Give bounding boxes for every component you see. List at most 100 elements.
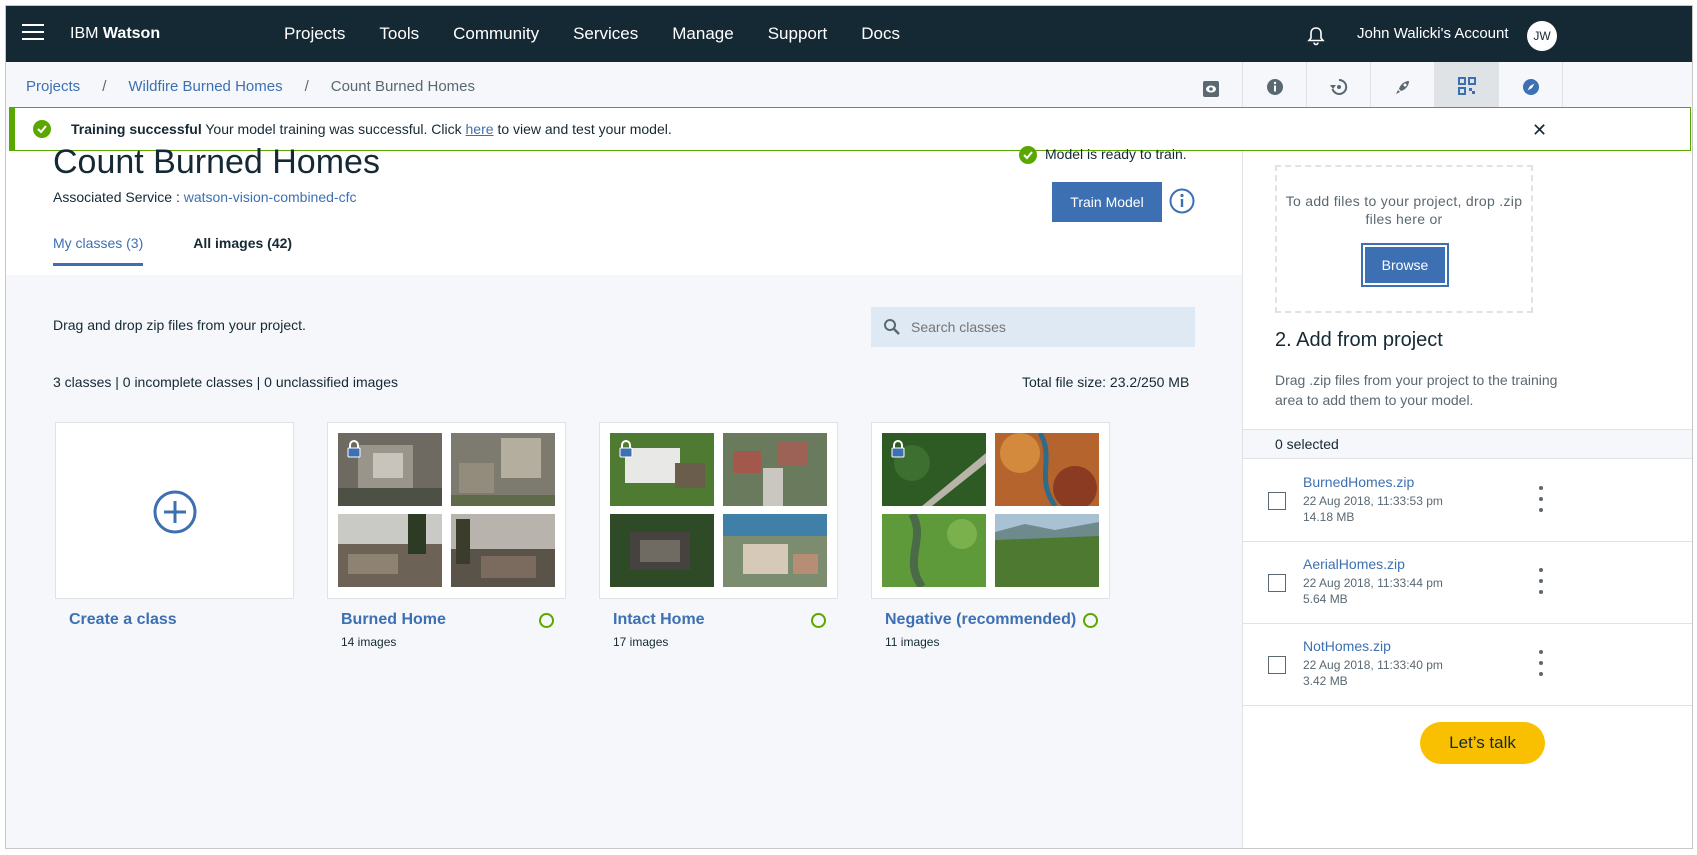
main-content: Count Burned Homes Associated Service : … [6, 143, 1242, 848]
search-icon [884, 319, 900, 335]
browse-button[interactable]: Browse [1361, 243, 1449, 287]
community-panel-button[interactable] [1371, 62, 1435, 112]
breadcrumb-project[interactable]: Wildfire Burned Homes [128, 78, 282, 95]
breadcrumb-current: Count Burned Homes [330, 78, 475, 95]
nav-community[interactable]: Community [436, 6, 556, 62]
file-name[interactable]: AerialHomes.zip [1303, 556, 1405, 572]
image-thumbnail [882, 433, 986, 506]
file-size: 3.42 MB [1303, 674, 1348, 688]
model-header: Count Burned Homes Associated Service : … [6, 143, 1242, 275]
breadcrumb: Projects / Wildfire Burned Homes / Count… [26, 78, 475, 95]
compass-icon [1522, 79, 1539, 95]
image-thumbnail [338, 514, 442, 587]
file-size: 14.18 MB [1303, 510, 1355, 524]
image-thumbnail [995, 514, 1099, 587]
thumbnail-grid [882, 433, 1099, 588]
class-image-count: 17 images [613, 635, 669, 649]
lets-talk-chat-button[interactable]: Let’s talk [1420, 722, 1545, 764]
file-list-item[interactable]: NotHomes.zip 22 Aug 2018, 11:33:40 pm 3.… [1243, 624, 1692, 706]
history-icon [1329, 78, 1347, 95]
breadcrumb-bar: Projects / Wildfire Burned Homes / Count… [6, 62, 1242, 112]
image-thumbnail [451, 433, 555, 506]
file-checkbox[interactable] [1268, 492, 1286, 510]
class-card-intact-home[interactable] [599, 422, 838, 599]
page-title: Count Burned Homes [53, 143, 380, 181]
class-cards: Create a class Burned Home 14 images Int… [55, 422, 1143, 649]
class-card-burned-home[interactable] [327, 422, 566, 599]
status-ring-icon [811, 613, 826, 628]
file-name[interactable]: BurnedHomes.zip [1303, 474, 1414, 490]
nav-menu: Projects Tools Community Services Manage… [267, 6, 917, 62]
file-checkbox[interactable] [1268, 656, 1286, 674]
associated-service-link[interactable]: watson-vision-combined-cfc [184, 189, 357, 205]
status-ring-icon [539, 613, 554, 628]
nav-services[interactable]: Services [556, 6, 655, 62]
top-navigation: IBM Watson Projects Tools Community Serv… [6, 6, 1692, 62]
rocket-icon [1395, 81, 1409, 94]
file-checkbox[interactable] [1268, 574, 1286, 592]
model-status: Model is ready to train. [1019, 146, 1187, 165]
class-image-count: 14 images [341, 635, 397, 649]
class-tabs: My classes (3) All images (42) [53, 235, 342, 266]
data-panel-button[interactable] [1435, 62, 1499, 112]
search-input[interactable] [911, 307, 1191, 347]
history-panel-button[interactable] [1307, 62, 1371, 112]
create-class-label[interactable]: Create a class [55, 611, 294, 629]
nav-tools[interactable]: Tools [362, 6, 436, 62]
class-image-count: 11 images [885, 635, 940, 649]
hamburger-menu-icon[interactable] [22, 24, 44, 42]
brand-logo[interactable]: IBM Watson [70, 25, 160, 43]
overflow-menu-icon[interactable] [1535, 568, 1547, 594]
file-name[interactable]: NotHomes.zip [1303, 638, 1391, 654]
image-thumbnail [610, 514, 714, 587]
total-file-size: Total file size: 23.2/250 MB [1022, 374, 1190, 390]
view-model-link[interactable]: here [466, 121, 494, 137]
lock-icon [347, 440, 361, 458]
associated-service: Associated Service : watson-vision-combi… [53, 189, 357, 205]
preview-icon[interactable] [1202, 80, 1220, 98]
class-title[interactable]: Burned Home [327, 611, 566, 629]
file-list-item[interactable]: AerialHomes.zip 22 Aug 2018, 11:33:44 pm… [1243, 542, 1692, 624]
class-card-create: Create a class [55, 422, 294, 649]
file-size: 5.64 MB [1303, 592, 1348, 606]
image-thumbnail [723, 514, 827, 587]
class-stats: 3 classes | 0 incomplete classes | 0 unc… [53, 374, 398, 390]
nav-manage[interactable]: Manage [655, 6, 750, 62]
checkmark-circle-icon [1019, 146, 1037, 165]
class-card-negative[interactable] [871, 422, 1110, 599]
info-icon [1266, 79, 1283, 95]
info-icon[interactable] [1169, 188, 1195, 214]
drag-drop-hint: Drag and drop zip files from your projec… [53, 317, 306, 333]
info-panel-button[interactable] [1243, 62, 1307, 112]
data-grid-icon [1457, 76, 1476, 95]
class-title[interactable]: Negative (recommended) [871, 611, 1110, 629]
nav-support[interactable]: Support [751, 6, 845, 62]
class-title[interactable]: Intact Home [599, 611, 838, 629]
image-thumbnail [451, 514, 555, 587]
explore-panel-button[interactable] [1499, 62, 1563, 112]
tab-my-classes[interactable]: My classes (3) [53, 235, 144, 266]
file-date: 22 Aug 2018, 11:33:40 pm [1303, 658, 1443, 672]
overflow-menu-icon[interactable] [1535, 486, 1547, 512]
create-class-card[interactable] [55, 422, 294, 599]
file-dropzone[interactable]: To add files to your project, drop .zip … [1275, 165, 1533, 313]
tab-all-images[interactable]: All images (42) [193, 235, 292, 266]
dropzone-text: To add files to your project, drop .zip … [1285, 193, 1523, 227]
notification-bell-icon[interactable] [1306, 26, 1326, 46]
breadcrumb-projects[interactable]: Projects [26, 78, 80, 95]
notification-message: Training successful Your model training … [71, 121, 672, 137]
add-from-project-description: Drag .zip files from your project to the… [1275, 372, 1558, 408]
account-menu[interactable]: John Walicki's Account [1357, 25, 1509, 42]
lock-icon [619, 440, 633, 458]
train-model-button[interactable]: Train Model [1052, 182, 1162, 222]
breadcrumb-separator: / [304, 78, 309, 95]
selection-count: 0 selected [1243, 429, 1692, 459]
file-list-item[interactable]: BurnedHomes.zip 22 Aug 2018, 11:33:53 pm… [1243, 460, 1692, 542]
nav-projects[interactable]: Projects [267, 6, 362, 62]
nav-docs[interactable]: Docs [844, 6, 917, 62]
search-box [871, 307, 1195, 347]
avatar[interactable]: JW [1527, 21, 1557, 51]
image-thumbnail [723, 433, 827, 506]
close-icon[interactable]: ✕ [1532, 120, 1547, 141]
overflow-menu-icon[interactable] [1535, 650, 1547, 676]
